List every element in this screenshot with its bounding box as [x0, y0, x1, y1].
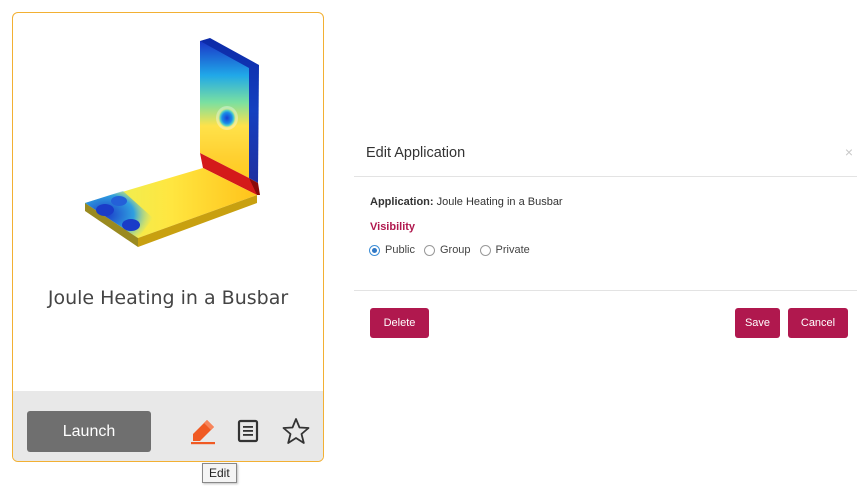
launch-button[interactable]: Launch	[27, 411, 151, 452]
app-title: Joule Heating in a Busbar	[47, 287, 289, 309]
visibility-radio-group: Public Group Private	[369, 244, 539, 256]
dialog-header-divider	[354, 176, 857, 177]
delete-button[interactable]: Delete	[370, 308, 429, 338]
app-thumbnail[interactable]	[13, 13, 323, 263]
end-hole-shape	[122, 219, 140, 231]
end-hole-shape	[96, 204, 114, 216]
application-label: Application:	[370, 196, 434, 208]
close-icon[interactable]: ×	[845, 144, 853, 160]
radio-group[interactable]: Group	[423, 244, 471, 256]
edit-pencil-icon[interactable]	[187, 415, 219, 447]
star-icon[interactable]	[280, 415, 312, 447]
radio-group-dot[interactable]	[423, 244, 435, 256]
dialog-title: Edit Application	[366, 145, 466, 161]
cancel-button[interactable]: Cancel	[788, 308, 848, 338]
edit-application-dialog: Edit Application × Application: Joule He…	[354, 130, 857, 360]
application-name: Joule Heating in a Busbar	[436, 196, 563, 208]
busbar-model-image	[85, 38, 260, 247]
card-footer: Launch	[13, 391, 323, 461]
radio-private[interactable]: Private	[479, 244, 530, 256]
radio-public-label: Public	[385, 244, 415, 256]
application-line: Application: Joule Heating in a Busbar	[370, 196, 563, 208]
radio-private-dot[interactable]	[479, 244, 491, 256]
edit-tooltip: Edit	[202, 463, 237, 483]
hole-shape	[218, 108, 236, 128]
dialog-footer-divider	[354, 290, 857, 291]
save-button[interactable]: Save	[735, 308, 780, 338]
app-card: Joule Heating in a Busbar Launch	[12, 12, 324, 462]
radio-group-label: Group	[439, 244, 471, 256]
radio-public-dot[interactable]	[369, 244, 380, 256]
radio-public[interactable]: Public	[369, 244, 415, 256]
document-icon[interactable]	[232, 415, 264, 447]
radio-private-label: Private	[495, 244, 530, 256]
visibility-label: Visibility	[370, 221, 416, 233]
